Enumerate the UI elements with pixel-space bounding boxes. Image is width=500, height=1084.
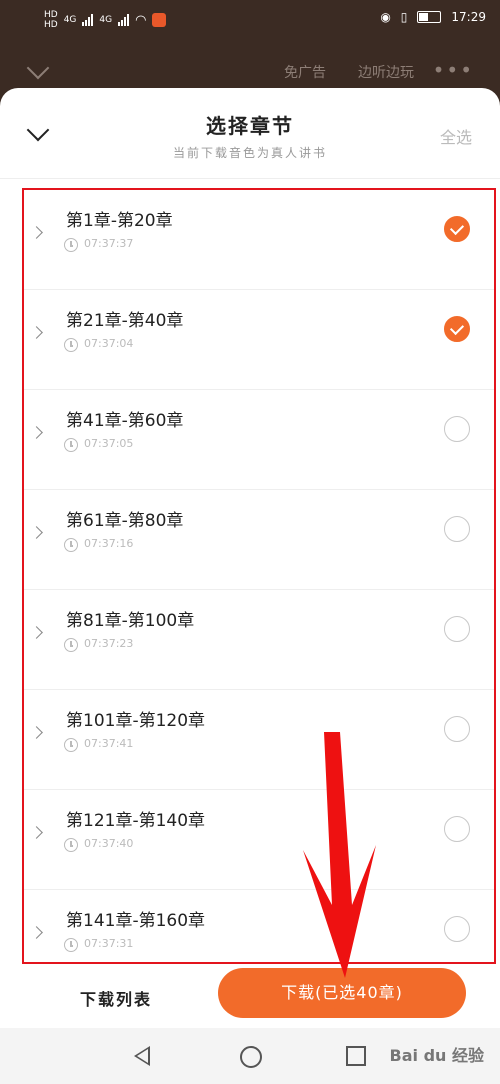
recent-apps-icon[interactable] [346, 1046, 366, 1066]
annotation-arrow [303, 732, 376, 978]
arrow-shape [303, 732, 376, 978]
system-nav-bar: Bai du 经验 [0, 1028, 500, 1084]
watermark: Bai du 经验 [389, 1046, 484, 1065]
back-icon[interactable] [134, 1046, 150, 1066]
home-icon[interactable] [240, 1046, 262, 1068]
